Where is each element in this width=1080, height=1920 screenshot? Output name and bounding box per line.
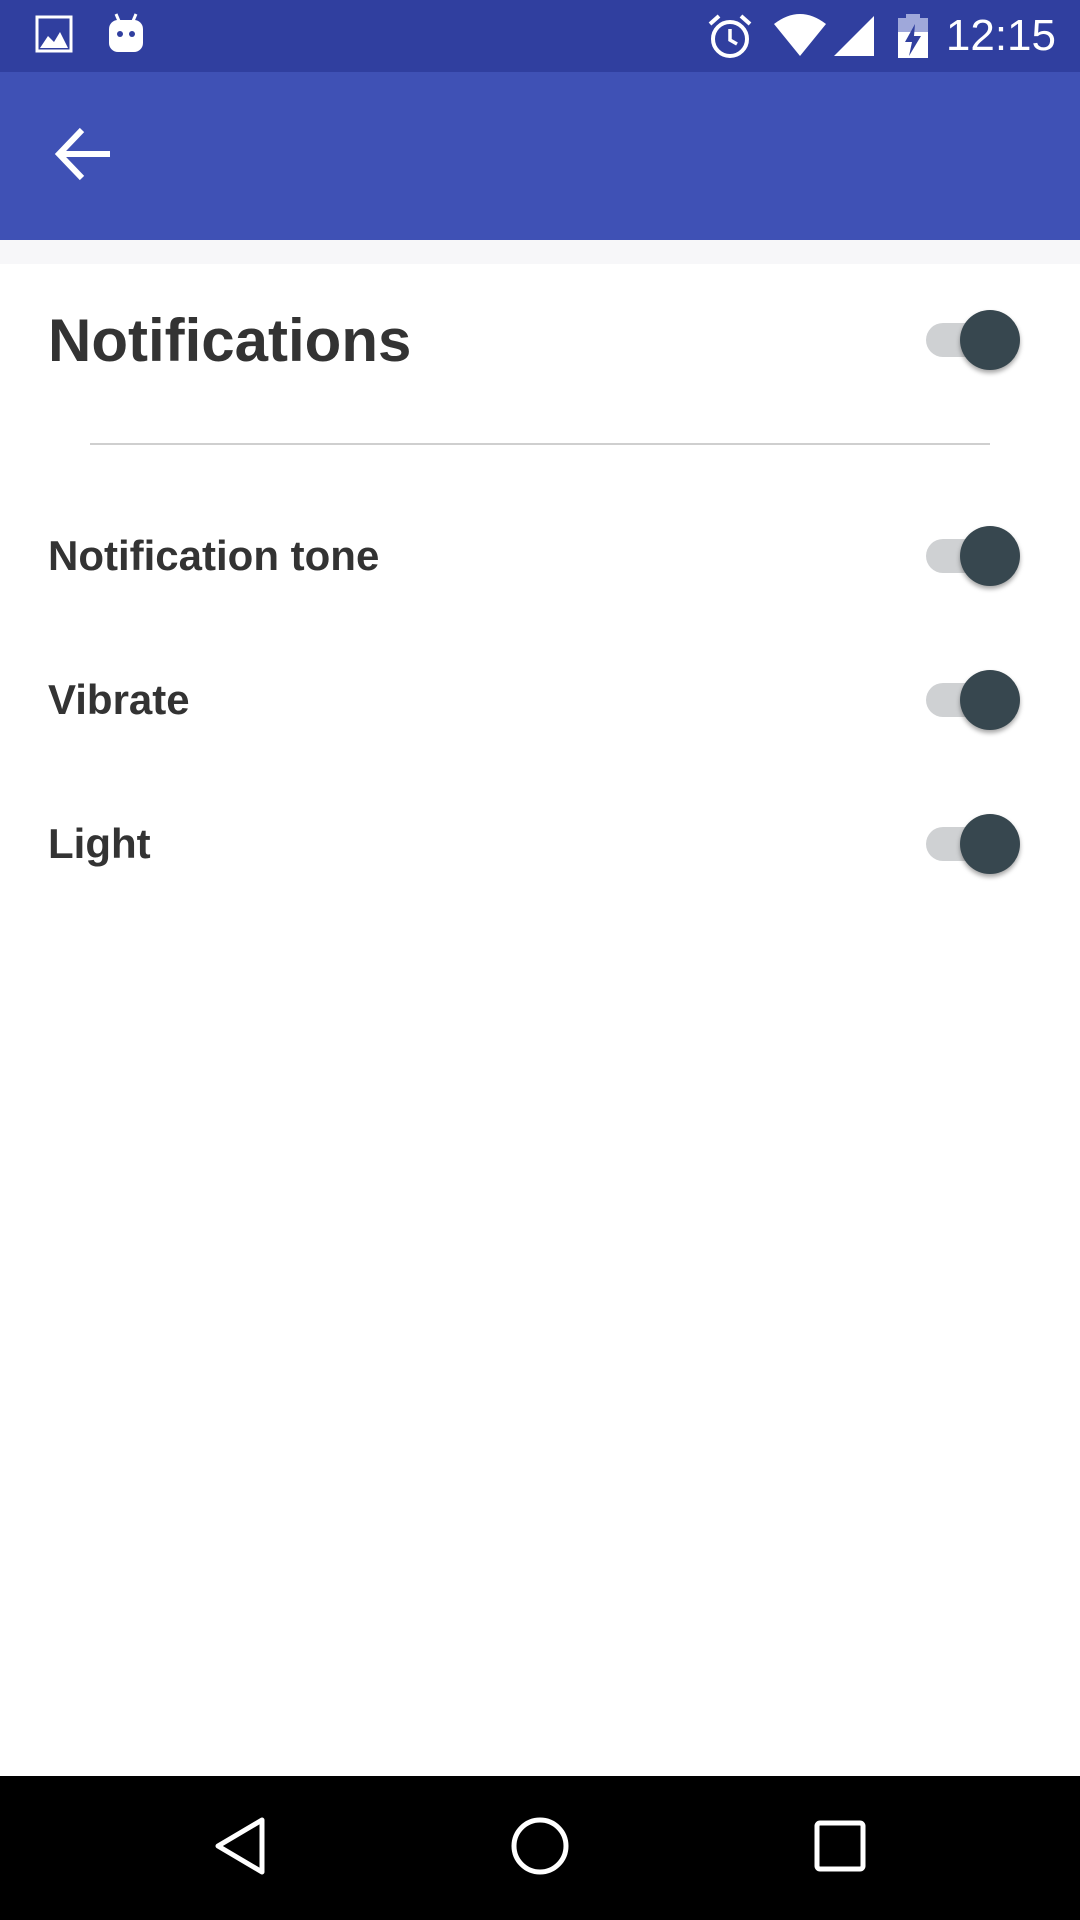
app-bar	[0, 72, 1080, 240]
nav-back-button[interactable]	[200, 1808, 280, 1888]
notification-tone-switch[interactable]	[922, 522, 1026, 590]
notifications-header-row[interactable]: Notifications	[0, 300, 1080, 380]
setting-label-notification-tone: Notification tone	[48, 532, 380, 579]
section-divider	[90, 443, 990, 445]
content-top-spacer	[0, 240, 1080, 264]
notifications-master-switch[interactable]	[922, 306, 1026, 374]
battery-charging-icon	[896, 12, 930, 65]
notifications-header-label: Notifications	[48, 307, 412, 374]
nav-recents-icon	[812, 1818, 868, 1879]
setting-row-vibrate[interactable]: Vibrate	[0, 660, 1080, 740]
android-icon	[106, 12, 146, 61]
arrow-back-icon	[52, 122, 116, 191]
switch-thumb	[960, 526, 1020, 586]
nav-home-icon	[508, 1814, 572, 1883]
image-icon	[34, 12, 74, 61]
navigation-bar	[0, 1776, 1080, 1920]
status-bar: 12:15	[0, 0, 1080, 72]
light-switch[interactable]	[922, 810, 1026, 878]
nav-home-button[interactable]	[500, 1808, 580, 1888]
nav-recents-button[interactable]	[800, 1808, 880, 1888]
screen: 12:15 Notifications Notification tone Vi…	[0, 0, 1080, 1920]
switch-thumb	[960, 670, 1020, 730]
status-time: 12:15	[945, 11, 1056, 60]
nav-back-icon	[210, 1814, 270, 1883]
setting-row-notification-tone[interactable]: Notification tone	[0, 516, 1080, 596]
wifi-icon	[772, 12, 828, 65]
alarm-icon	[706, 12, 754, 65]
signal-icon	[832, 12, 876, 65]
switch-thumb	[960, 814, 1020, 874]
setting-label-vibrate: Vibrate	[48, 676, 190, 723]
setting-label-light: Light	[48, 820, 151, 867]
switch-thumb	[960, 310, 1020, 370]
back-button[interactable]	[36, 112, 132, 200]
vibrate-switch[interactable]	[922, 666, 1026, 734]
setting-row-light[interactable]: Light	[0, 804, 1080, 884]
